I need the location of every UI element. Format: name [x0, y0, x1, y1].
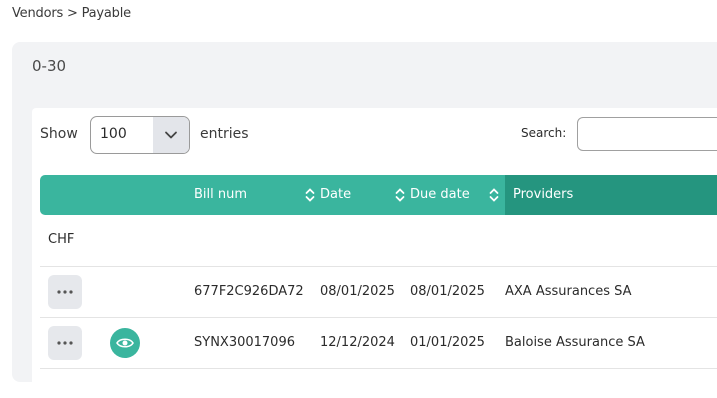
- breadcrumb: Vendors > Payable: [12, 6, 131, 21]
- group-row: CHF: [40, 215, 717, 267]
- due-date-cell: 01/01/2025: [410, 335, 485, 350]
- provider-cell: AXA Assurances SA: [505, 284, 632, 299]
- table-row: SYNX30017096 12/12/2024 01/01/2025 Baloi…: [40, 318, 717, 369]
- sort-icon[interactable]: [395, 187, 405, 203]
- table-card: Show 100 entries Search: Bill num Date D…: [32, 108, 717, 398]
- date-cell: 12/12/2024: [320, 335, 395, 350]
- entries-value: 100: [100, 126, 127, 142]
- panel-title: 0-30: [32, 57, 67, 75]
- search-input[interactable]: [577, 117, 717, 151]
- table-header: Bill num Date Due date Providers: [40, 175, 717, 215]
- sort-icon[interactable]: [489, 187, 499, 203]
- search-label: Search:: [521, 126, 567, 140]
- table-row: 677F2C926DA72 08/01/2025 08/01/2025 AXA …: [40, 267, 717, 318]
- column-header-bill-num[interactable]: Bill num: [194, 175, 247, 215]
- show-label: Show: [40, 126, 78, 142]
- currency-group-label: CHF: [48, 232, 75, 247]
- entries-label: entries: [200, 126, 249, 142]
- column-header-date[interactable]: Date: [320, 175, 351, 215]
- column-header-providers[interactable]: Providers: [505, 175, 717, 215]
- entries-select[interactable]: 100: [90, 116, 190, 154]
- aging-panel: 0-30 Show 100 entries Search: Bill num D…: [12, 42, 717, 398]
- bill-num-cell: SYNX30017096: [194, 335, 295, 350]
- date-cell: 08/01/2025: [320, 284, 395, 299]
- chevron-down-icon[interactable]: [153, 117, 189, 153]
- bill-num-cell: 677F2C926DA72: [194, 284, 304, 299]
- sort-icon[interactable]: [305, 187, 315, 203]
- payables-table: Bill num Date Due date Providers CHF 677…: [40, 175, 717, 369]
- more-dots-icon: [57, 290, 73, 294]
- view-button[interactable]: [110, 328, 140, 358]
- column-header-due-date[interactable]: Due date: [410, 175, 470, 215]
- due-date-cell: 08/01/2025: [410, 284, 485, 299]
- eye-icon: [116, 338, 134, 348]
- row-actions-button[interactable]: [48, 275, 82, 309]
- more-dots-icon: [57, 341, 73, 345]
- provider-cell: Baloise Assurance SA: [505, 335, 645, 350]
- row-actions-button[interactable]: [48, 326, 82, 360]
